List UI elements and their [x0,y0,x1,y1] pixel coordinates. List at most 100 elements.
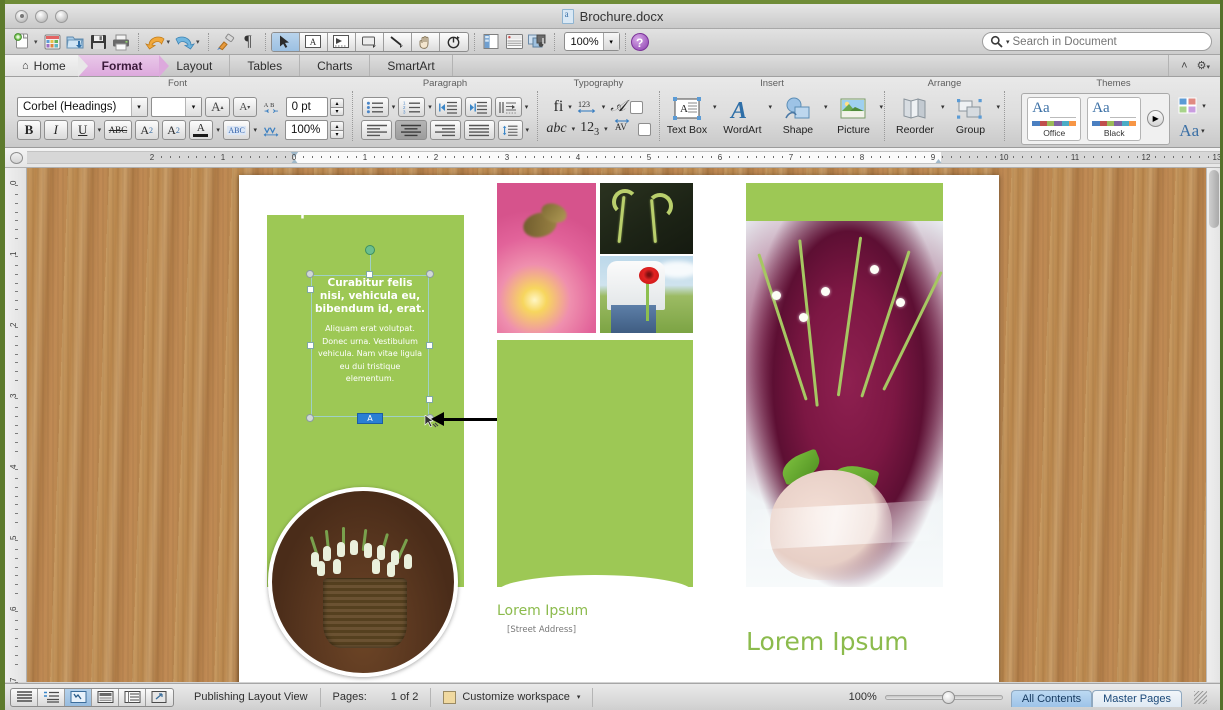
font-name-dropdown-arrow[interactable]: ▾ [130,98,147,116]
handle-top-right[interactable] [426,270,434,278]
number-forms-button[interactable]: 123 [580,120,599,138]
increase-indent-button[interactable] [464,97,492,117]
align-left-button[interactable] [361,120,393,140]
theme-colors-button[interactable]: ▾ [1178,97,1206,115]
bold-button[interactable]: B [17,120,41,140]
text-box-overflow-indicator[interactable]: A [357,413,383,424]
media-browser-icon[interactable] [526,31,549,53]
font-color-dropdown-arrow[interactable]: ▾ [216,126,220,134]
group-button[interactable]: Group [944,92,996,136]
select-tool-button[interactable] [271,32,300,51]
ruler-corner-button[interactable] [5,148,27,168]
full-screen-view-button[interactable] [146,689,173,706]
headline-text[interactable]: Aliquam mi. [257,189,414,220]
strikethrough-button[interactable]: ABC [104,120,132,140]
text-box-tool-button[interactable]: A [300,32,328,51]
fern-fiddlehead-photo[interactable] [600,183,693,254]
horizontal-scale-stepper[interactable]: ▴ ▾ [330,121,345,139]
gear-icon[interactable]: ⚙▾ [1197,59,1210,72]
help-icon[interactable]: ? [630,32,649,51]
handle-top-center[interactable] [366,271,373,278]
tab-smartart[interactable]: SmartArt [370,55,453,76]
tab-tables[interactable]: Tables [230,55,301,76]
text-direction-dropdown-arrow[interactable]: ▾ [525,103,529,111]
character-spacing-down[interactable]: ▾ [330,107,344,116]
horizontal-scale-icon[interactable] [260,120,282,140]
undo-dropdown-arrow[interactable]: ▾ [167,38,171,46]
sidebar-toggle-icon[interactable] [480,31,503,53]
handle-right-lower[interactable] [426,396,433,403]
shape-tool-button[interactable] [356,32,384,51]
underline-dropdown-arrow[interactable]: ▾ [98,126,102,134]
customize-workspace-button[interactable]: Customize workspace ▾ [431,687,594,707]
publishing-layout-view-button[interactable] [65,688,92,706]
numbered-list-dropdown-arrow[interactable]: ▾ [428,103,432,111]
insert-text-box-button[interactable]: A Text Box [661,92,713,136]
lorem-heading-2[interactable]: Lorem Ipsum [746,627,909,656]
bulleted-list-dropdown-arrow[interactable]: ▾ [392,103,396,111]
zoom-slider-knob[interactable] [941,690,955,704]
highlight-button[interactable]: ABC [222,120,251,140]
save-icon[interactable] [87,31,110,53]
line-tool-button[interactable] [384,32,412,51]
redo-dropdown-arrow[interactable]: ▾ [196,38,200,46]
text-direction-button[interactable] [494,97,522,117]
contextual-alternates-dropdown-arrow[interactable]: ▾ [572,125,576,133]
tab-layout[interactable]: Layout [159,55,231,76]
handle-left-upper[interactable] [307,286,314,293]
horizontal-scale-up[interactable]: ▴ [330,121,345,130]
vertical-ruler[interactable]: 01234567 [5,168,27,710]
tab-all-contents[interactable]: All Contents [1010,689,1093,707]
pan-tool-button[interactable] [412,32,440,51]
font-color-button[interactable]: A [188,120,214,140]
tab-format[interactable]: Format [77,55,169,77]
brochure-page[interactable]: Aliquam mi. Curabitur felis nisi, vehicu… [239,175,999,682]
character-spacing-stepper[interactable]: ▴ ▾ [330,98,344,116]
font-size-dropdown-arrow[interactable]: ▾ [185,98,202,116]
selected-text-box[interactable]: Curabitur felis nisi, vehicula eu, biben… [306,245,434,424]
undo-icon[interactable] [144,31,167,53]
show-formatting-marks-icon[interactable]: ¶ [237,31,260,53]
theme-black[interactable]: Aa Black [1087,96,1142,141]
character-spacing-field[interactable]: 0 pt [285,97,328,117]
character-spacing-icon[interactable]: AB [260,97,283,117]
toolbox-toggle-icon[interactable] [503,31,526,53]
kerning-button[interactable]: AV [613,118,633,139]
shrink-font-button[interactable]: A ▾ [232,97,258,117]
child-with-poppy-photo[interactable] [600,256,693,333]
align-right-button[interactable] [429,120,461,140]
customize-workspace-dropdown-arrow[interactable]: ▾ [577,693,581,701]
kerning-checkbox[interactable] [637,122,651,136]
insert-shape-button[interactable]: Shape [772,92,824,136]
tab-home[interactable]: ⌂ Home [5,55,88,77]
number-forms-dropdown-arrow[interactable]: ▾ [604,125,608,133]
horizontal-ruler-track[interactable]: 21012345678910111213 [27,151,1220,164]
new-document-icon[interactable] [11,31,34,53]
ligatures-button[interactable]: fi [554,98,564,116]
underline-button[interactable]: U [70,120,95,140]
subscript-button[interactable]: A2 [161,120,186,140]
collapse-ribbon-icon[interactable]: ˄ [1181,60,1187,72]
grow-font-button[interactable]: A ▴ [205,97,230,117]
justify-button[interactable] [463,120,496,140]
search-options-arrow[interactable]: ▾ [1006,38,1010,46]
zoom-control[interactable]: 100% ▾ [563,32,620,51]
bulleted-list-button[interactable] [361,97,389,117]
align-center-button[interactable] [395,120,427,140]
vertical-scrollbar[interactable] [1206,168,1220,682]
rotate-tool-button[interactable] [440,33,468,51]
search-box[interactable]: ▾ [982,32,1212,51]
stylistic-sets-checkbox[interactable] [630,100,644,114]
open-file-icon[interactable] [64,31,87,53]
calla-lily-bouquet-photo[interactable] [746,221,943,587]
format-painter-icon[interactable] [214,31,237,53]
theme-colors-dropdown-arrow[interactable]: ▾ [1202,102,1206,110]
handle-bottom-left[interactable] [306,414,314,422]
center-green-panel[interactable] [497,340,693,609]
tab-charts[interactable]: Charts [300,55,371,76]
horizontal-scale-field[interactable]: 100% [284,120,329,140]
draft-view-button[interactable] [11,688,38,706]
flower-basket-circle-photo[interactable] [268,487,458,677]
resize-grip[interactable] [1194,690,1207,704]
handle-top-left[interactable] [306,270,314,278]
